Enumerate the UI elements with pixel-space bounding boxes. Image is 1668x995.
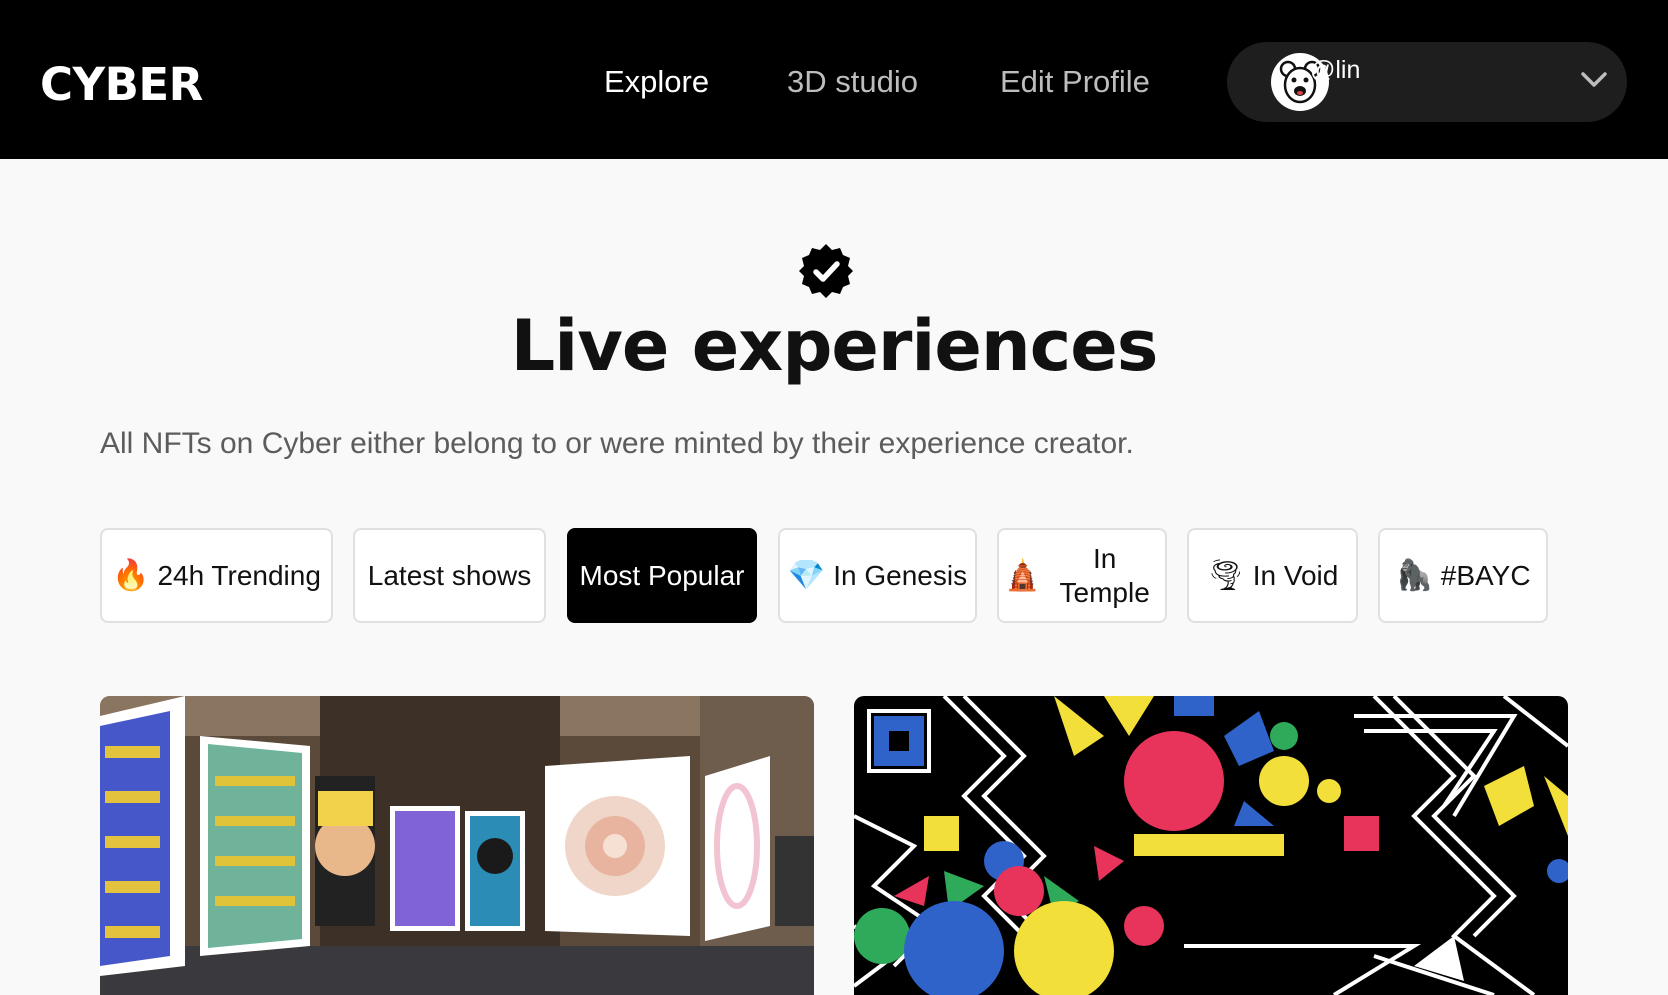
gallery-thumbnail: [100, 696, 814, 995]
nav-3d-studio[interactable]: 3D studio: [787, 64, 918, 100]
page-title: Live experiences: [510, 305, 1159, 387]
filter-label: 24h Trending: [157, 559, 321, 591]
nav-explore[interactable]: Explore: [604, 64, 709, 100]
filter-most-popular[interactable]: Most Popular: [567, 528, 757, 623]
user-handle: @lin: [1310, 56, 1361, 84]
filter-label: #BAYC: [1440, 559, 1531, 591]
chevron-down-icon: [1580, 70, 1608, 90]
temple-icon: 🛕: [1004, 558, 1042, 592]
user-menu-button[interactable]: @lin: [1227, 42, 1627, 122]
filter-label: In Void: [1252, 559, 1339, 591]
filter-label: In Temple: [1059, 542, 1150, 608]
gem-icon: 💎: [787, 558, 826, 592]
filter-in-temple[interactable]: 🛕 In Temple: [997, 528, 1167, 623]
filter-label: In Genesis: [833, 559, 968, 591]
filter-bayc[interactable]: 🦍 #BAYC: [1378, 528, 1548, 623]
filter-latest-shows[interactable]: Latest shows: [353, 528, 546, 623]
filter-in-genesis[interactable]: 💎 In Genesis: [778, 528, 977, 623]
experience-card-geometric[interactable]: [854, 696, 1568, 995]
filter-label: Latest shows: [367, 559, 532, 591]
filter-in-void[interactable]: 🌪 In Void: [1187, 528, 1358, 623]
tornado-icon: 🌪: [1206, 558, 1245, 592]
verified-badge-icon: [797, 242, 855, 300]
top-navigation-bar: CYBER Explore 3D studio Edit Profile @li…: [0, 0, 1668, 159]
fire-icon: 🔥: [112, 558, 150, 592]
filter-label: Most Popular: [579, 559, 745, 591]
nav-edit-profile[interactable]: Edit Profile: [1000, 64, 1150, 100]
geometric-thumbnail: [854, 696, 1568, 995]
cyber-logo[interactable]: CYBER: [40, 58, 203, 111]
gorilla-icon: 🦍: [1395, 558, 1433, 592]
page-subtitle: All NFTs on Cyber either belong to or we…: [100, 427, 1134, 460]
experience-card-gallery[interactable]: [100, 696, 814, 995]
filter-24h-trending[interactable]: 🔥 24h Trending: [100, 528, 333, 623]
